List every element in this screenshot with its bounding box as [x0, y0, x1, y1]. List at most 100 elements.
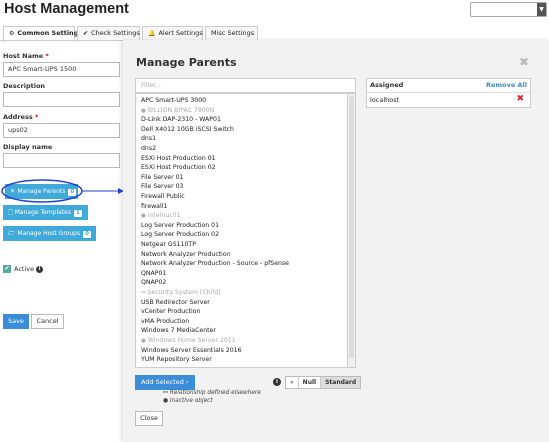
manage-host-groups-count: 0: [83, 231, 91, 238]
list-item[interactable]: Log Server Production 01: [141, 221, 219, 230]
remove-all-link[interactable]: Remove All: [486, 81, 527, 89]
toggle-option-null[interactable]: Null: [299, 377, 322, 388]
link-icon: ⚯: [141, 290, 146, 296]
gear-icon: ⚙: [9, 30, 15, 37]
list-item-label: dns2: [141, 145, 157, 152]
list-item[interactable]: YUM Repository Server: [141, 355, 212, 364]
checkbox-checked-icon[interactable]: ✔: [3, 265, 11, 273]
list-item[interactable]: Dell X4012 10GB iSCSI Switch: [141, 125, 234, 134]
remove-icon[interactable]: ✖: [516, 94, 524, 104]
list-item[interactable]: dns1: [141, 134, 156, 143]
list-item[interactable]: APC Smart-UPS 3000: [141, 96, 206, 105]
description-label: Description: [3, 82, 46, 90]
list-item-label: Firewall Public: [141, 193, 185, 200]
list-item[interactable]: ESXi Host Production 01: [141, 154, 216, 163]
tab-check-settings[interactable]: ✔ Check Settings: [77, 26, 140, 41]
list-item-label: Netgear GS110TP: [141, 241, 196, 248]
info-icon: ●: [141, 338, 146, 344]
tab-misc-settings[interactable]: Misc Settings: [205, 26, 258, 41]
link-icon: ⚯: [163, 390, 168, 396]
list-item-label: Log Server Production 01: [141, 221, 220, 229]
tab-alert-settings[interactable]: 🔔 Alert Settings: [142, 26, 203, 41]
info-icon[interactable]: i: [273, 378, 281, 386]
list-item[interactable]: vMA Production: [141, 317, 189, 326]
display-name-label: Display name: [3, 143, 53, 151]
info-icon: ●: [141, 107, 146, 114]
toggle-option-standard[interactable]: Standard: [321, 377, 361, 388]
legend-inactive: ● Inactive object: [163, 398, 213, 404]
list-item-label: File Server 03: [141, 183, 184, 191]
list-item-label: ESXi Host Production 01: [141, 154, 216, 162]
chevron-right-icon: ›: [185, 378, 189, 386]
list-item[interactable]: QNAP01: [141, 269, 166, 278]
list-item-label: D-Link DAP-2310 - WAP01: [141, 116, 221, 124]
list-item[interactable]: D-Link DAP-2310 - WAP01: [141, 115, 221, 124]
list-item-label: QNAP01: [141, 269, 167, 277]
list-item-label: APC Smart-UPS 3000: [141, 97, 207, 104]
manage-templates-count: 1: [74, 210, 82, 217]
list-item[interactable]: File Server 03: [141, 182, 183, 191]
list-item[interactable]: dns2: [141, 144, 156, 153]
assigned-panel: Assigned Remove All localhost ✖: [366, 78, 531, 108]
host-name-input[interactable]: APC Smart-UPS 1500: [3, 62, 120, 77]
chevron-down-icon: ▼: [537, 3, 546, 16]
save-button[interactable]: Save: [3, 314, 29, 329]
description-input[interactable]: [3, 92, 120, 107]
display-name-input[interactable]: [3, 153, 120, 168]
list-item[interactable]: Log Server Production 02: [141, 230, 219, 239]
list-item[interactable]: ● intelnuc01: [141, 211, 181, 221]
list-item[interactable]: ESXi Host Production 02: [141, 163, 216, 172]
modal-title: Manage Parents: [136, 56, 237, 69]
list-item-label: BILLION BIPAC 7800N: [147, 106, 215, 114]
list-item-label: Network Analyzer Production: [141, 250, 231, 258]
list-item-label: Security System [Child]: [147, 289, 221, 296]
list-scrollbar[interactable]: [348, 93, 356, 368]
toggle-option-reset[interactable]: «: [286, 377, 299, 388]
list-item[interactable]: File Server 01: [141, 173, 183, 182]
list-item[interactable]: USB Redirector Server: [141, 298, 210, 307]
list-item[interactable]: ● BILLION BIPAC 7800N: [141, 106, 214, 116]
manage-templates-button[interactable]: 🗋 Manage Templates 1: [3, 205, 88, 220]
mode-toggle[interactable]: « Null Standard: [285, 376, 362, 389]
assigned-item[interactable]: localhost: [370, 96, 399, 104]
list-item-label: intelnuc01: [147, 212, 181, 220]
list-item[interactable]: Network Analyzer Production - Source - p…: [141, 259, 289, 268]
page-title: Host Management: [4, 1, 129, 17]
cancel-button[interactable]: Cancel: [31, 314, 64, 329]
list-item-label: vCenter Production: [141, 308, 201, 316]
active-toggle[interactable]: ✔ Active i: [3, 265, 44, 273]
list-item[interactable]: Windows 7 MediaCenter: [141, 326, 216, 335]
list-item[interactable]: QNAP02: [141, 278, 166, 287]
list-item[interactable]: Firewall Public: [141, 192, 185, 201]
file-icon: 🗋: [8, 209, 13, 216]
list-item-label: Dell X4012 10GB iSCSI Switch: [141, 125, 234, 133]
list-item[interactable]: Network Analyzer Production: [141, 250, 231, 259]
close-button[interactable]: Close: [135, 411, 163, 426]
assigned-title: Assigned: [370, 81, 404, 89]
list-item[interactable]: ● Windows Home Server 2011: [141, 336, 236, 346]
bell-icon: 🔔: [148, 30, 156, 37]
address-input[interactable]: ups02: [3, 123, 120, 138]
scrollbar-thumb[interactable]: [349, 96, 354, 358]
list-item[interactable]: Netgear GS110TP: [141, 240, 196, 249]
list-item[interactable]: ⚯ Security System [Child]: [141, 288, 220, 298]
info-icon: ●: [163, 398, 169, 404]
available-parents-list[interactable]: APC Smart-UPS 3000 ● BILLION BIPAC 7800N D-…: [135, 93, 348, 368]
list-item[interactable]: vCenter Production: [141, 307, 200, 316]
list-item[interactable]: Windows Server Essentials 2016: [141, 346, 242, 355]
list-item-label: File Server 01: [141, 173, 184, 181]
list-item-label: firewall1: [141, 202, 168, 210]
assigned-header: Assigned Remove All: [367, 79, 530, 93]
list-item-label: YUM Repository Server: [141, 356, 212, 364]
list-item-label: QNAP02: [141, 279, 167, 287]
close-icon[interactable]: ✖: [519, 55, 529, 69]
filter-input[interactable]: Filter...: [135, 78, 356, 93]
info-icon[interactable]: i: [36, 265, 44, 273]
top-select-dropdown[interactable]: ▼: [470, 2, 547, 17]
info-icon: ●: [141, 213, 146, 220]
add-selected-button[interactable]: Add Selected ›: [135, 375, 195, 390]
manage-host-groups-button[interactable]: 🗁 Manage Host Groups 0: [3, 226, 96, 241]
highlight-annotation: [1, 179, 124, 203]
list-item-label: Windows Home Server 2011: [147, 337, 236, 344]
list-item[interactable]: firewall1: [141, 202, 167, 211]
